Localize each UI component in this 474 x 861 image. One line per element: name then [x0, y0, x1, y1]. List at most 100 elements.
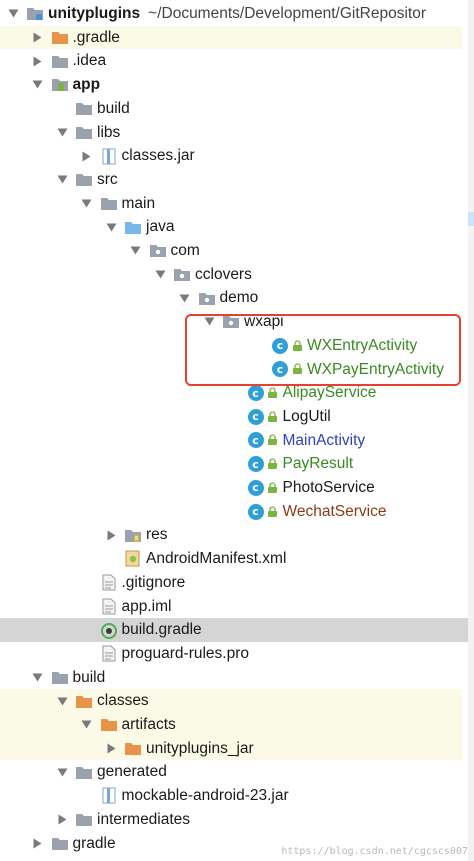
tree-row[interactable]: app — [0, 73, 100, 97]
expand-arrow-right-icon[interactable] — [31, 31, 45, 45]
tree-item-label: mockable-android-23.jar — [121, 787, 289, 805]
tree-item-label: java — [146, 218, 175, 236]
folder-gray-icon — [75, 101, 93, 117]
tree-item-label: proguard-rules.pro — [121, 644, 250, 662]
expand-arrow-right-icon[interactable] — [55, 813, 69, 827]
tree-row[interactable]: wxapi — [0, 310, 284, 334]
expand-arrow-right-icon[interactable] — [31, 836, 45, 850]
folder-orange-icon — [75, 693, 93, 709]
expand-arrow-down-icon[interactable] — [31, 670, 45, 684]
tree-row[interactable]: c LogUtil — [0, 405, 331, 429]
tree-row[interactable]: demo — [0, 286, 258, 310]
jar-icon — [100, 148, 118, 165]
class-icon: c — [271, 361, 289, 378]
tree-row[interactable]: intermediates — [0, 808, 190, 832]
tree-item-label: libs — [97, 123, 121, 141]
lock-icon — [267, 411, 279, 423]
class-icon: c — [247, 385, 265, 402]
tree-row[interactable]: build — [0, 97, 130, 121]
expand-arrow-down-icon[interactable] — [80, 196, 94, 210]
tree-row[interactable]: c MainActivity — [0, 429, 365, 453]
tree-row[interactable]: build.gradle — [0, 618, 474, 642]
tree-row[interactable]: res — [0, 523, 168, 547]
lock-icon — [291, 363, 303, 375]
tree-row[interactable]: artifacts — [0, 713, 462, 737]
tree-row[interactable]: libs — [0, 121, 120, 145]
expand-arrow-down-icon[interactable] — [55, 694, 69, 708]
tree-row[interactable]: c WXEntryActivity — [0, 334, 417, 358]
tree-row[interactable]: classes — [0, 689, 462, 713]
tree-item-label: build — [72, 668, 106, 686]
expand-arrow-down-icon[interactable] — [6, 7, 20, 21]
tree-row[interactable]: main — [0, 192, 155, 216]
expand-arrow-right-icon[interactable] — [31, 54, 45, 68]
tree-row[interactable]: app.iml — [0, 595, 171, 619]
expand-arrow-down-icon[interactable] — [202, 315, 216, 329]
expand-arrow-down-icon[interactable] — [129, 244, 143, 258]
tree-row[interactable]: com — [0, 239, 200, 263]
expand-arrow-right-icon[interactable] — [80, 149, 94, 163]
tree-item-label: build.gradle — [121, 621, 202, 639]
expand-arrow-down-icon[interactable] — [55, 765, 69, 779]
tree-row[interactable]: c AlipayService — [0, 381, 376, 405]
tree-item-label: gradle — [72, 834, 116, 852]
expand-arrow-right-icon[interactable] — [104, 528, 118, 542]
tree-row[interactable]: mockable-android-23.jar — [0, 784, 289, 808]
tree-item-label: artifacts — [121, 716, 176, 734]
folder-gray-icon — [51, 669, 69, 685]
tree-row[interactable]: AndroidManifest.xml — [0, 547, 286, 571]
tree-item-label: .idea — [72, 52, 107, 70]
gutter-marker — [468, 212, 474, 226]
watermark: https://blog.csdn.net/cgcscs007 — [281, 846, 468, 857]
expand-arrow-down-icon[interactable] — [55, 125, 69, 139]
tree-row[interactable]: unityplugins_jar — [0, 736, 462, 761]
lock-icon — [267, 434, 279, 446]
expand-arrow-down-icon[interactable] — [55, 173, 69, 187]
tree-row[interactable]: generated — [0, 760, 167, 784]
lock-icon — [291, 340, 303, 352]
expand-arrow-down-icon[interactable] — [80, 718, 94, 732]
tree-row[interactable]: proguard-rules.pro — [0, 642, 249, 666]
tree-row[interactable]: unityplugins ~/Documents/Development/GitR… — [0, 2, 426, 26]
tree-row[interactable]: c WechatService — [0, 500, 386, 524]
tree-row[interactable]: gradle — [0, 832, 116, 856]
expand-arrow-down-icon[interactable] — [178, 291, 192, 305]
class-icon: c — [247, 408, 265, 425]
expand-arrow-down-icon[interactable] — [104, 220, 118, 234]
tree-item-label: unityplugins_jar — [146, 739, 254, 757]
folder-gray-icon — [100, 195, 118, 211]
class-icon: c — [247, 456, 265, 473]
tree-row[interactable]: cclovers — [0, 263, 252, 287]
tree-item-label: main — [121, 194, 156, 212]
class-icon: c — [271, 337, 289, 354]
tree-row[interactable]: .idea — [0, 49, 106, 73]
expand-arrow-down-icon[interactable] — [31, 78, 45, 92]
tree-row[interactable]: c PhotoService — [0, 476, 375, 500]
tree-row[interactable]: .gitignore — [0, 571, 185, 595]
tree-item-label: classes — [97, 692, 149, 710]
expand-arrow-down-icon[interactable] — [153, 268, 167, 282]
tree-item-label: wxapi — [244, 313, 284, 331]
tree-row[interactable]: classes.jar — [0, 144, 195, 168]
folder-module-icon — [26, 6, 44, 22]
tree-item-label: res — [146, 526, 168, 544]
tree-item-label: com — [170, 242, 200, 260]
tree-item-label: demo — [219, 289, 259, 307]
tree-row[interactable]: java — [0, 215, 174, 239]
tree-row[interactable]: src — [0, 168, 118, 192]
tree-row[interactable]: c WXPayEntryActivity — [0, 358, 444, 382]
tree-row[interactable]: build — [0, 666, 105, 690]
expand-arrow-right-icon[interactable] — [104, 742, 118, 756]
folder-blue-icon — [124, 219, 142, 235]
package-icon — [198, 290, 216, 306]
editor-gutter — [468, 0, 474, 861]
tree-row[interactable]: .gradle — [0, 25, 462, 50]
tree-row[interactable]: c PayResult — [0, 452, 353, 476]
